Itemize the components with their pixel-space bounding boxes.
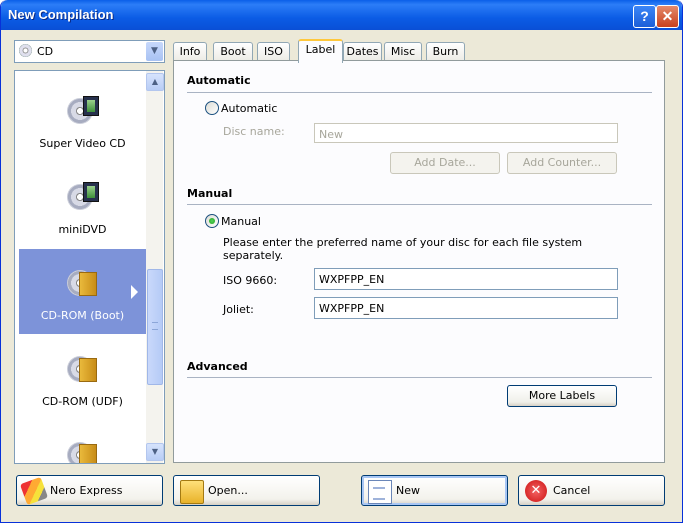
manual-instruction-line2: separately. — [223, 249, 284, 262]
list-scrollbar[interactable]: ▲ ▼ — [146, 71, 164, 463]
automatic-radio-label: Automatic — [221, 102, 278, 115]
disc-name-input[interactable]: New — [314, 123, 618, 143]
list-item-partial[interactable] — [19, 421, 146, 463]
list-item-label: miniDVD — [58, 223, 107, 236]
nero-logo-icon — [19, 476, 49, 506]
nero-express-button[interactable]: Nero Express — [16, 475, 163, 506]
divider — [187, 377, 652, 378]
iso-9660-input[interactable]: WXPFPP_EN — [314, 268, 618, 290]
open-label: Open... — [208, 484, 248, 497]
tab-label[interactable]: Label — [298, 39, 343, 63]
media-type-select[interactable]: CD ▼ — [14, 40, 165, 63]
tab-info[interactable]: Info — [173, 42, 207, 61]
list-item-label: Super Video CD — [39, 137, 126, 150]
joliet-input[interactable]: WXPFPP_EN — [314, 297, 618, 319]
compilation-type-list: Super Video CD miniDVD CD-ROM (Boot) CD-… — [14, 70, 165, 464]
divider — [187, 92, 652, 93]
list-item-cd-rom-udf[interactable]: CD-ROM (UDF) — [19, 335, 146, 420]
scroll-down-icon[interactable]: ▼ — [146, 443, 164, 461]
cancel-button[interactable]: ✕ Cancel — [518, 475, 665, 506]
automatic-radio[interactable] — [205, 101, 219, 115]
video-disc-icon — [67, 182, 99, 212]
nero-express-label: Nero Express — [50, 484, 123, 497]
new-label: New — [396, 484, 420, 497]
disc-name-label: Disc name: — [223, 125, 285, 138]
advanced-heading: Advanced — [187, 360, 248, 373]
tab-burn[interactable]: Burn — [426, 42, 465, 61]
help-button[interactable]: ? — [633, 5, 656, 28]
new-button[interactable]: New — [361, 475, 508, 506]
label-tab-panel: Automatic Automatic Disc name: New Add D… — [173, 60, 665, 463]
cd-icon — [19, 44, 32, 57]
window-title: New Compilation — [8, 7, 114, 22]
manual-heading: Manual — [187, 187, 233, 200]
selection-arrow-icon — [131, 285, 138, 299]
tab-iso[interactable]: ISO — [257, 42, 290, 61]
tab-misc[interactable]: Misc — [384, 42, 422, 61]
add-counter-button[interactable]: Add Counter... — [507, 152, 617, 174]
new-compilation-dialog: New Compilation ? ✕ CD ▼ Super Video CD … — [0, 0, 683, 523]
data-disc-icon — [67, 440, 97, 463]
cancel-icon: ✕ — [525, 480, 547, 502]
add-date-button[interactable]: Add Date... — [390, 152, 500, 174]
list-item-label: CD-ROM (UDF) — [42, 395, 123, 408]
data-disc-icon — [67, 354, 97, 384]
cancel-label: Cancel — [553, 484, 591, 497]
close-button[interactable]: ✕ — [656, 5, 679, 28]
new-document-icon — [368, 480, 392, 504]
manual-radio-label: Manual — [221, 215, 261, 228]
list-item-minidvd[interactable]: miniDVD — [19, 163, 146, 248]
media-type-value: CD — [37, 45, 54, 58]
title-bar[interactable]: New Compilation ? ✕ — [1, 0, 682, 30]
tab-dates[interactable]: Dates — [343, 42, 382, 61]
iso-9660-label: ISO 9660: — [223, 274, 278, 287]
manual-instruction-line1: Please enter the preferred name of your … — [223, 236, 583, 249]
joliet-label: Joliet: — [223, 303, 254, 316]
tab-boot[interactable]: Boot — [213, 42, 253, 61]
divider — [187, 204, 652, 205]
automatic-heading: Automatic — [187, 74, 251, 87]
data-disc-icon — [67, 268, 97, 298]
list-item-label: CD-ROM (Boot) — [40, 309, 125, 322]
list-item-cd-rom-boot[interactable]: CD-ROM (Boot) — [19, 249, 146, 334]
video-disc-icon — [67, 96, 99, 126]
list-item-super-video-cd[interactable]: Super Video CD — [19, 77, 146, 162]
scrollbar-thumb[interactable] — [147, 269, 163, 385]
open-folder-icon — [180, 480, 204, 504]
chevron-down-icon[interactable]: ▼ — [146, 42, 163, 61]
scroll-up-icon[interactable]: ▲ — [146, 73, 164, 91]
manual-radio[interactable] — [205, 214, 219, 228]
open-button[interactable]: Open... — [173, 475, 320, 506]
more-labels-button[interactable]: More Labels — [507, 385, 617, 407]
